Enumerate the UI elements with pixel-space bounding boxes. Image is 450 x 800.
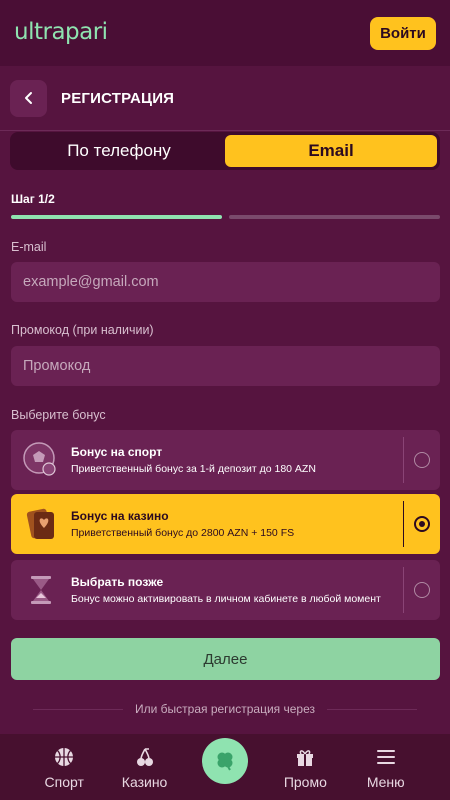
nav-label: Спорт (44, 774, 84, 790)
nav-item-casino[interactable]: Казино (114, 746, 176, 790)
page-title: РЕГИСТРАЦИЯ (61, 89, 175, 107)
nav-item-home[interactable] (194, 738, 256, 790)
nav-label: Промо (283, 774, 327, 790)
nav-item-menu[interactable]: Меню (355, 746, 417, 790)
registration-header: РЕГИСТРАЦИЯ (10, 72, 440, 124)
bonus-description: Приветственный бонус за 1-й депозит до 1… (71, 462, 316, 475)
email-label: E-mail (11, 240, 47, 254)
bonus-title: Бонус на спорт (71, 444, 163, 459)
next-button[interactable]: Далее (11, 638, 440, 680)
email-field[interactable] (23, 274, 428, 290)
chevron-left-icon (24, 92, 32, 104)
back-button[interactable] (10, 79, 47, 117)
divider (32, 708, 123, 710)
tab-phone[interactable]: По телефону (13, 135, 225, 167)
bonus-description: Приветственный бонус до 2800 AZN + 150 F… (71, 526, 295, 539)
bonus-option-sport[interactable]: Бонус на спорт Приветственный бонус за 1… (11, 430, 440, 490)
nav-item-promo[interactable]: Промо (274, 746, 336, 790)
step-progress (11, 215, 440, 219)
bonus-label: Выберите бонус (11, 408, 106, 422)
nav-label: Казино (121, 774, 168, 790)
quick-registration-row: Или быстрая регистрация через (0, 702, 450, 716)
email-field-wrap (11, 262, 440, 302)
top-bar: ultrapari Войти (0, 0, 450, 66)
playing-cards-icon (11, 494, 71, 554)
hourglass-icon (11, 560, 71, 620)
registration-method-tabs: По телефону Email (10, 132, 440, 170)
soccer-ball-icon (11, 430, 71, 490)
progress-segment-pending (229, 215, 440, 219)
bonus-option-casino[interactable]: Бонус на казино Приветственный бонус до … (11, 494, 440, 554)
cherries-icon (136, 748, 153, 766)
logo[interactable]: ultrapari (14, 19, 108, 45)
gift-icon (297, 750, 314, 766)
bonus-description: Бонус можно активировать в личном кабине… (71, 592, 381, 605)
bonus-radio[interactable] (414, 582, 430, 598)
bonus-option-later[interactable]: Выбрать позже Бонус можно активировать в… (11, 560, 440, 620)
bottom-nav: Спорт Казино Промо Меню (0, 734, 450, 800)
registration-panel: РЕГИСТРАЦИЯ По телефону Email Шаг 1/2 E-… (0, 66, 450, 800)
promo-label: Промокод (при наличии) (11, 323, 154, 337)
promo-field-wrap (11, 346, 440, 386)
bonus-radio-selected[interactable] (414, 516, 430, 532)
hamburger-menu-icon (376, 750, 395, 764)
promo-field[interactable] (23, 358, 428, 374)
quick-registration-label: Или быстрая регистрация через (134, 702, 316, 716)
step-indicator: Шаг 1/2 (11, 192, 55, 206)
bonus-title: Выбрать позже (71, 574, 164, 589)
clover-icon (201, 738, 248, 784)
divider (327, 708, 418, 710)
basketball-icon (55, 748, 74, 766)
divider (0, 130, 450, 131)
bonus-title: Бонус на казино (71, 508, 169, 523)
login-button[interactable]: Войти (370, 16, 436, 50)
bonus-radio[interactable] (414, 452, 430, 468)
nav-item-sport[interactable]: Спорт (33, 746, 95, 790)
progress-segment-done (11, 215, 222, 219)
tab-email[interactable]: Email (225, 135, 437, 167)
nav-label: Меню (366, 774, 405, 790)
